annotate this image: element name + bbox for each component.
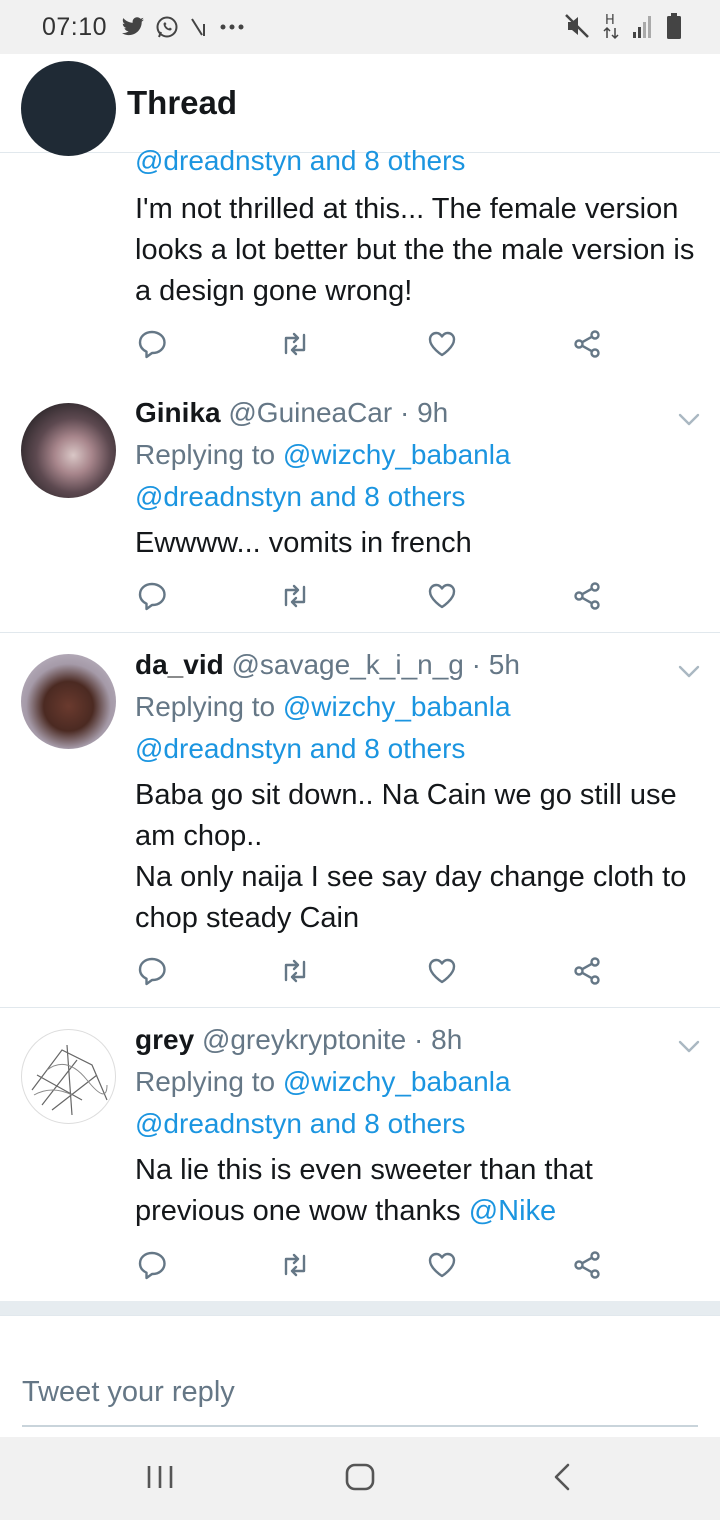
- tweet-text-line: Baba go sit down.. Na Cain we go still u…: [135, 779, 677, 852]
- reply-input[interactable]: Tweet your reply: [22, 1376, 235, 1409]
- sketch-avatar-image: [31, 1044, 108, 1116]
- reply-mention-link[interactable]: @wizchy_babanla: [283, 1066, 511, 1097]
- reply-icon[interactable]: [137, 956, 167, 986]
- author-handle[interactable]: @savage_k_i_n_g: [231, 649, 463, 680]
- status-time: 07:10: [42, 12, 108, 41]
- retweet-icon[interactable]: [280, 329, 310, 359]
- signal-slash-icon: [191, 18, 206, 36]
- input-underline: [22, 1425, 698, 1427]
- chevron-down-icon[interactable]: [678, 665, 700, 679]
- tweet-actions: [135, 1250, 615, 1284]
- mute-icon: [565, 14, 589, 38]
- signal-bars-icon: [633, 16, 651, 38]
- status-bar: 07:10 H: [0, 0, 720, 54]
- tweet-header: da_vid @savage_k_i_n_g · 5h: [135, 649, 520, 681]
- tweet-time: · 5h: [471, 649, 520, 680]
- tweet-text-line: Na only naija I see say day change cloth…: [135, 861, 687, 934]
- reply-mention-link[interactable]: @wizchy_babanla: [283, 691, 511, 722]
- h-data-icon: H: [603, 13, 619, 40]
- mentions-line[interactable]: @dreadnstyn and 8 others: [135, 733, 465, 765]
- section-divider: [0, 1301, 720, 1315]
- tweet-text: Ewwww... vomits in french: [135, 527, 472, 559]
- tweet[interactable]: Ginika @GuineaCar · 9h Replying to @wizc…: [0, 381, 720, 633]
- heart-icon[interactable]: [427, 1250, 457, 1280]
- author-name[interactable]: da_vid: [135, 649, 224, 680]
- reply-icon[interactable]: [137, 329, 167, 359]
- author-handle[interactable]: @greykryptonite: [202, 1024, 406, 1055]
- tweet-header: grey @greykryptonite · 8h: [135, 1024, 462, 1056]
- author-name[interactable]: Ginika: [135, 397, 221, 428]
- back-icon[interactable]: [550, 1462, 574, 1492]
- share-icon[interactable]: [572, 581, 602, 611]
- heart-icon[interactable]: [427, 956, 457, 986]
- tweet[interactable]: grey @greykryptonite · 8h Replying to @w…: [0, 1008, 720, 1302]
- system-nav-bar: [0, 1437, 720, 1520]
- tweet-time: · 9h: [400, 397, 449, 428]
- reply-composer: Tweet your reply: [0, 1315, 720, 1438]
- avatar[interactable]: [21, 1029, 116, 1124]
- more-dots-icon: [220, 24, 244, 30]
- author-handle[interactable]: @GuineaCar: [228, 397, 392, 428]
- heart-icon[interactable]: [427, 581, 457, 611]
- tweet-actions: [135, 329, 615, 363]
- replying-to: Replying to @wizchy_babanla: [135, 439, 511, 470]
- tweet-header: Ginika @GuineaCar · 9h: [135, 397, 448, 429]
- heart-icon[interactable]: [427, 329, 457, 359]
- mentions-line[interactable]: @dreadnstyn and 8 others: [135, 1108, 465, 1140]
- tweet-partial[interactable]: @dreadnstyn and 8 others I'm not thrille…: [0, 61, 720, 382]
- mentions-line[interactable]: @dreadnstyn and 8 others: [135, 481, 465, 513]
- reply-icon[interactable]: [137, 1250, 167, 1280]
- avatar[interactable]: [21, 61, 116, 156]
- replying-to: Replying to @wizchy_babanla: [135, 1066, 511, 1097]
- tweet-text: Baba go sit down.. Na Cain we go still u…: [135, 775, 705, 939]
- tweet-text: I'm not thrilled at this... The female v…: [135, 193, 695, 307]
- tweet-text: Na lie this is even sweeter than that pr…: [135, 1154, 593, 1227]
- replying-to: Replying to @wizchy_babanla: [135, 691, 511, 722]
- reply-icon[interactable]: [137, 581, 167, 611]
- retweet-icon[interactable]: [280, 1250, 310, 1280]
- tweet-time: · 8h: [414, 1024, 463, 1055]
- tweet-actions: [135, 956, 615, 990]
- whatsapp-icon: [156, 16, 178, 38]
- avatar[interactable]: [21, 654, 116, 749]
- author-name[interactable]: grey: [135, 1024, 194, 1055]
- chevron-down-icon[interactable]: [678, 413, 700, 427]
- tweet[interactable]: da_vid @savage_k_i_n_g · 5h Replying to …: [0, 633, 720, 1008]
- reply-mention-link[interactable]: @wizchy_babanla: [283, 439, 511, 470]
- retweet-icon[interactable]: [280, 581, 310, 611]
- home-icon[interactable]: [344, 1462, 376, 1492]
- avatar[interactable]: [21, 403, 116, 498]
- mentions-line[interactable]: @dreadnstyn and 8 others: [135, 145, 465, 177]
- page-title: Thread: [127, 84, 238, 121]
- share-icon[interactable]: [572, 1250, 602, 1280]
- share-icon[interactable]: [572, 956, 602, 986]
- mention-link[interactable]: @Nike: [469, 1195, 556, 1227]
- svg-text:H: H: [605, 13, 615, 28]
- tweet-actions: [135, 581, 615, 615]
- retweet-icon[interactable]: [280, 956, 310, 986]
- battery-icon: [667, 13, 681, 39]
- chevron-down-icon[interactable]: [678, 1040, 700, 1054]
- share-icon[interactable]: [572, 329, 602, 359]
- twitter-icon: [122, 17, 145, 36]
- recent-apps-icon[interactable]: [145, 1462, 175, 1492]
